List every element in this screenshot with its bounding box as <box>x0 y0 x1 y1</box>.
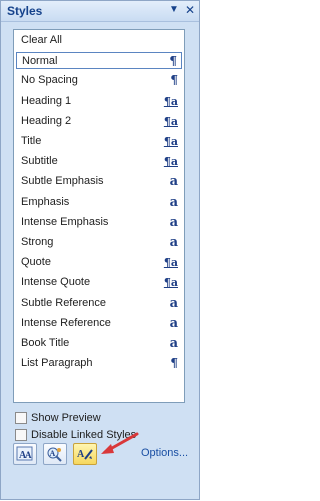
svg-text:A: A <box>77 449 85 460</box>
style-item-label: List Paragraph <box>21 357 93 370</box>
svg-text:A: A <box>25 450 32 460</box>
style-inspector-button[interactable]: A <box>43 443 67 465</box>
style-item-label: Subtle Emphasis <box>21 175 104 188</box>
character-style-icon: a <box>169 295 178 311</box>
style-item[interactable]: Subtle Emphasis a <box>16 173 182 190</box>
style-item-label: Title <box>21 135 42 147</box>
style-item-label: Strong <box>21 236 54 248</box>
linked-style-icon: ¶a <box>163 114 178 128</box>
style-item[interactable]: Clear All <box>16 32 182 49</box>
paragraph-style-icon: ¶ <box>169 54 177 69</box>
checkbox-box[interactable] <box>15 412 27 424</box>
character-style-icon: a <box>169 174 178 190</box>
manage-styles-icon: A <box>77 449 93 460</box>
pane-title: Styles <box>7 4 43 18</box>
linked-style-icon: ¶a <box>163 155 178 169</box>
linked-style-icon: ¶a <box>163 135 178 148</box>
style-item-label: Intense Reference <box>21 316 111 329</box>
linked-style-icon: ¶a <box>163 276 178 290</box>
pane-title-bar: Styles ▼ ✕ <box>1 1 199 22</box>
character-style-icon: a <box>169 336 178 351</box>
style-item-label: Book Title <box>21 337 70 349</box>
style-item[interactable]: Normal ¶ <box>16 52 182 70</box>
new-style-icon: A A <box>16 446 33 461</box>
show-preview-label: Show Preview <box>31 412 101 424</box>
style-item-label: Intense Emphasis <box>21 215 109 228</box>
options-link[interactable]: Options... <box>141 447 188 459</box>
linked-style-icon: ¶a <box>163 256 178 270</box>
style-item[interactable]: Subtle Reference a <box>16 295 182 312</box>
style-item-label: Clear All <box>21 34 62 46</box>
checkbox-box[interactable] <box>15 429 27 441</box>
character-style-icon: a <box>169 235 178 250</box>
style-item-label: No Spacing <box>21 74 78 87</box>
style-item-label: Quote <box>21 256 51 269</box>
style-item[interactable]: Emphasis a <box>16 194 182 211</box>
style-item[interactable]: Heading 2 ¶a <box>16 113 182 130</box>
disable-linked-styles-label: Disable Linked Styles <box>31 429 137 441</box>
style-item[interactable]: Heading 1 ¶a <box>16 93 182 110</box>
character-style-icon: a <box>169 194 178 210</box>
style-item[interactable]: Intense Emphasis a <box>16 214 182 231</box>
style-item-label: Heading 1 <box>21 94 72 107</box>
style-item[interactable]: Title ¶a <box>16 133 182 150</box>
style-item[interactable]: Intense Quote ¶a <box>16 274 182 291</box>
style-item-label: Intense Quote <box>21 276 91 289</box>
paragraph-style-icon: ¶ <box>170 73 178 88</box>
style-item[interactable]: No Spacing ¶ <box>16 72 182 89</box>
style-item[interactable]: Quote ¶a <box>16 254 182 271</box>
close-icon[interactable]: ✕ <box>183 3 197 17</box>
chevron-down-icon[interactable]: ▼ <box>167 3 181 17</box>
manage-styles-button[interactable]: A <box>73 443 97 465</box>
style-item[interactable]: List Paragraph ¶ <box>16 355 182 372</box>
paragraph-style-icon: ¶ <box>170 356 178 371</box>
linked-style-icon: ¶a <box>163 94 178 108</box>
svg-text:A: A <box>50 449 56 458</box>
style-item[interactable]: Book Title a <box>16 335 182 352</box>
style-item[interactable]: Strong a <box>16 234 182 251</box>
styles-pane: Styles ▼ ✕ Clear All Normal ¶ No Spacing ¶ He… <box>0 0 200 500</box>
style-item-label: Heading 2 <box>21 114 72 127</box>
new-style-button[interactable]: A A <box>13 443 37 465</box>
character-style-icon: a <box>169 214 178 230</box>
style-item-label: Emphasis <box>21 195 70 208</box>
style-item-label: Subtitle <box>21 155 58 168</box>
style-item[interactable]: Intense Reference a <box>16 315 182 332</box>
style-item-label: Subtle Reference <box>21 296 106 309</box>
character-style-icon: a <box>169 315 178 331</box>
style-inspector-icon: A <box>47 447 62 462</box>
style-item[interactable]: Subtitle ¶a <box>16 153 182 170</box>
styles-list: Clear All Normal ¶ No Spacing ¶ Heading 1 ¶a He… <box>13 29 185 403</box>
style-item-label: Normal <box>22 55 58 68</box>
